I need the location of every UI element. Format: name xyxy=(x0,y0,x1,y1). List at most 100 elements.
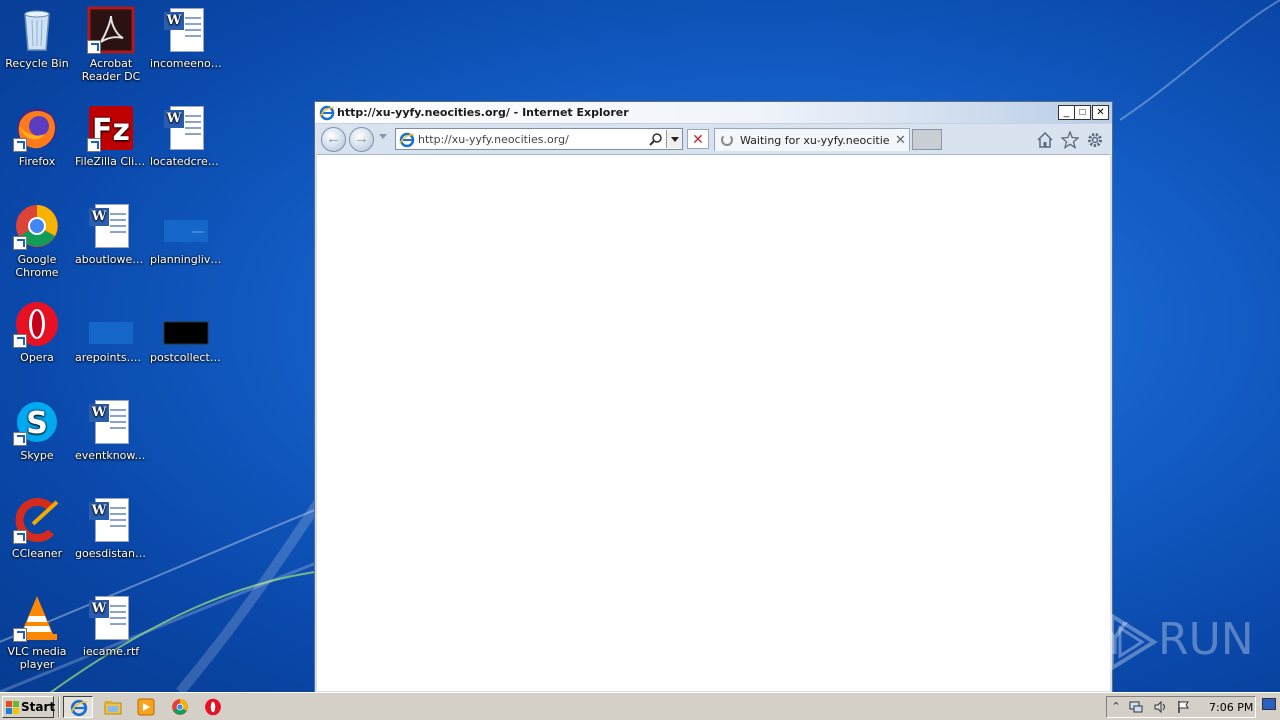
desktop-icon-label: arepoints.png xyxy=(75,351,148,364)
back-button[interactable]: ← xyxy=(321,127,346,152)
taskbar: Start ⌃ 7:06 PM xyxy=(0,692,1280,720)
favorites-star-icon[interactable] xyxy=(1061,131,1079,149)
anyrun-watermark: ANY RUN xyxy=(1038,612,1254,672)
shortcut-arrow-icon xyxy=(13,530,27,544)
system-tray: ⌃ 7:06 PM xyxy=(1106,696,1256,718)
desktop-icon-skype[interactable]: S Skype xyxy=(0,398,74,462)
tab-active[interactable]: Waiting for xu-yyfy.neocitie... ✕ xyxy=(714,128,910,151)
desktop-icon-label: postcollecti... xyxy=(150,351,223,364)
image-file-icon xyxy=(163,321,209,345)
taskbar-separator xyxy=(58,697,60,717)
clock[interactable]: 7:06 PM xyxy=(1209,701,1253,714)
desktop-icon-opera[interactable]: Opera xyxy=(0,300,74,364)
desktop-icon-iecame[interactable]: W iecame.rtf xyxy=(74,594,148,658)
desktop-icon-label: aboutlowest... xyxy=(75,253,148,266)
opera-icon xyxy=(205,698,221,716)
tab-title: Waiting for xu-yyfy.neocitie... xyxy=(740,134,890,147)
desktop-icon-label: iecame.rtf xyxy=(82,645,140,658)
desktop-icon-label: CCleaner xyxy=(11,547,63,560)
desktop-icon-label: Recycle Bin xyxy=(5,57,69,70)
ie-titlebar[interactable]: http://xu-yyfy.neocities.org/ - Internet… xyxy=(315,102,1112,124)
desktop-icon-label: Opera xyxy=(20,351,54,364)
play-logo-icon xyxy=(1110,612,1158,672)
tools-gear-icon[interactable] xyxy=(1086,131,1104,149)
desktop-icon-incomeenou[interactable]: W incomeenou... xyxy=(149,6,223,70)
show-desktop-button[interactable] xyxy=(1262,698,1276,710)
taskbar-chrome[interactable] xyxy=(165,696,195,718)
desktop-icon-label: locatedcrea... xyxy=(150,155,223,168)
media-player-icon xyxy=(137,698,155,716)
url-input[interactable] xyxy=(418,131,648,147)
start-button[interactable]: Start xyxy=(2,696,56,718)
image-file-icon xyxy=(89,322,133,344)
ie-window[interactable]: http://xu-yyfy.neocities.org/ - Internet… xyxy=(314,101,1113,693)
loading-spinner-icon xyxy=(721,134,733,146)
page-content[interactable] xyxy=(317,154,1110,691)
minimize-button[interactable]: _ xyxy=(1058,105,1075,120)
desktop-icon-label: Firefox xyxy=(18,155,56,168)
shortcut-arrow-icon xyxy=(13,432,27,446)
shortcut-arrow-icon xyxy=(13,628,27,642)
desktop-icon-firefox[interactable]: Firefox xyxy=(0,104,74,168)
desktop-icon-label: Acrobat Reader DC xyxy=(81,57,141,83)
start-label: Start xyxy=(21,700,56,714)
desktop-icon-acrobat[interactable]: Acrobat Reader DC xyxy=(74,6,148,83)
new-tab-button[interactable] xyxy=(912,129,942,150)
desktop-icon-eventknow[interactable]: W eventknow.rtf xyxy=(74,398,148,462)
shortcut-arrow-icon xyxy=(87,40,101,54)
recycle-bin-icon xyxy=(24,10,50,51)
internet-explorer-icon xyxy=(70,699,88,717)
shortcut-arrow-icon xyxy=(13,236,27,250)
stop-button[interactable]: ✕ xyxy=(687,129,709,149)
tab-close-icon[interactable]: ✕ xyxy=(895,132,906,148)
file-explorer-icon xyxy=(104,701,122,715)
shortcut-arrow-icon xyxy=(13,334,27,348)
taskbar-file-explorer[interactable] xyxy=(98,696,128,718)
desktop-icon-locatedcrea[interactable]: W locatedcrea... xyxy=(149,104,223,168)
shortcut-arrow-icon xyxy=(13,138,27,152)
search-icon[interactable] xyxy=(649,132,663,146)
close-button[interactable]: ✕ xyxy=(1092,105,1109,120)
network-icon[interactable] xyxy=(1129,700,1143,714)
desktop-icon-label: Google Chrome xyxy=(15,253,59,279)
action-center-flag-icon[interactable] xyxy=(1177,700,1191,714)
watermark-text-right: RUN xyxy=(1158,614,1254,665)
maximize-button[interactable]: □ xyxy=(1074,105,1091,120)
desktop-icon-label: FileZilla Client xyxy=(75,155,148,168)
desktop-icon-planninglivi[interactable]: planninglivi... xyxy=(149,202,223,266)
desktop-icon-filezilla[interactable]: Fz FileZilla Client xyxy=(74,104,148,168)
desktop-icon-recycle-bin[interactable]: Recycle Bin xyxy=(0,6,74,70)
taskbar-opera[interactable] xyxy=(198,696,228,718)
desktop-icon-ccleaner[interactable]: CCleaner xyxy=(0,496,74,560)
desktop-icon-aboutlowest[interactable]: W aboutlowest... xyxy=(74,202,148,266)
window-title: http://xu-yyfy.neocities.org/ - Internet… xyxy=(337,106,629,119)
image-file-icon xyxy=(164,220,208,242)
desktop-icon-chrome[interactable]: Google Chrome xyxy=(0,202,74,279)
forward-button[interactable]: → xyxy=(349,127,374,152)
internet-explorer-icon xyxy=(399,132,415,148)
windows-flag-icon xyxy=(6,701,19,714)
desktop-icon-label: goesdistanc... xyxy=(75,547,148,560)
desktop-icon-label: Skype xyxy=(20,449,54,462)
address-dropdown-button[interactable] xyxy=(666,130,682,148)
ie-toolbar: ← → ✕ Waiting for xu-yyfy.neocitie... ✕ xyxy=(315,124,1112,154)
desktop-icon-postcollecti[interactable]: postcollecti... xyxy=(149,300,223,364)
volume-icon[interactable] xyxy=(1153,700,1167,714)
home-icon[interactable] xyxy=(1036,131,1054,149)
desktop-icon-label: planninglivi... xyxy=(150,253,223,266)
taskbar-internet-explorer[interactable] xyxy=(63,696,93,718)
taskbar-media-player[interactable] xyxy=(131,696,161,718)
desktop-icon-label: incomeenou... xyxy=(150,57,223,70)
desktop-icon-label: VLC media player xyxy=(7,645,67,671)
svg-text:S: S xyxy=(26,406,48,441)
desktop-icon-vlc[interactable]: VLC media player xyxy=(0,594,74,671)
desktop-icon-arepoints[interactable]: arepoints.png xyxy=(74,300,148,364)
show-hidden-icons-icon[interactable]: ⌃ xyxy=(1109,700,1123,714)
internet-explorer-icon xyxy=(319,105,335,121)
chrome-icon xyxy=(172,699,188,715)
history-dropdown-icon[interactable] xyxy=(379,134,387,139)
desktop-icon-label: eventknow.rtf xyxy=(75,449,148,462)
desktop-icon-goesdistanc[interactable]: W goesdistanc... xyxy=(74,496,148,560)
shortcut-arrow-icon xyxy=(87,138,101,152)
address-bar[interactable] xyxy=(395,128,683,150)
